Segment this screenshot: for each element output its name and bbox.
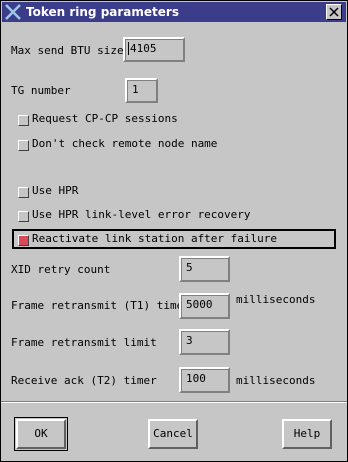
retransmit-limit-value: 3 xyxy=(186,334,193,347)
max-send-btu-input[interactable]: 4105 xyxy=(123,37,185,62)
close-icon[interactable] xyxy=(326,4,342,20)
dialog-window: Token ring parameters Max send BTU size … xyxy=(0,0,348,462)
xid-retry-input[interactable]: 5 xyxy=(179,256,230,282)
t2-timer-unit: milliseconds xyxy=(236,374,316,387)
cp-cp-sessions-checkbox[interactable] xyxy=(18,115,29,126)
t2-timer-label: Receive ack (T2) timer xyxy=(11,374,157,387)
use-hpr-label: Use HPR xyxy=(32,184,79,197)
tg-number-value: 1 xyxy=(132,83,139,96)
tg-number-label: TG number xyxy=(11,84,71,97)
retransmit-limit-input[interactable]: 3 xyxy=(179,329,230,355)
remote-node-checkbox[interactable] xyxy=(18,140,29,151)
title-bar[interactable]: Token ring parameters xyxy=(2,2,346,22)
window-title: Token ring parameters xyxy=(26,5,179,19)
xid-retry-value: 5 xyxy=(186,261,193,274)
xid-retry-label: XID retry count xyxy=(11,263,111,276)
t1-timer-unit: milliseconds xyxy=(236,293,316,306)
tg-number-input[interactable]: 1 xyxy=(125,78,158,103)
cp-cp-sessions-label: Request CP-CP sessions xyxy=(32,112,178,125)
use-hpr-checkbox[interactable] xyxy=(18,187,29,198)
retransmit-limit-label: Frame retransmit limit xyxy=(11,336,157,349)
t2-timer-value: 100 xyxy=(186,372,206,385)
t2-timer-input[interactable]: 100 xyxy=(179,367,230,393)
hpr-link-recovery-checkbox[interactable] xyxy=(18,211,29,222)
t1-timer-value: 5000 xyxy=(186,298,213,311)
cancel-button[interactable]: Cancel xyxy=(148,419,198,449)
x-logo-icon[interactable] xyxy=(5,4,21,20)
help-button[interactable]: Help xyxy=(282,419,332,449)
text-cursor xyxy=(128,42,129,55)
max-send-btu-value: 4105 xyxy=(130,42,157,55)
button-separator xyxy=(1,401,347,403)
t1-timer-label: Frame retransmit (T1) timer xyxy=(11,299,190,312)
reactivate-link-checkbox[interactable] xyxy=(18,235,29,246)
max-send-btu-label: Max send BTU size xyxy=(11,44,124,57)
ok-button[interactable]: OK xyxy=(14,417,68,451)
reactivate-link-label: Reactivate link station after failure xyxy=(32,232,278,245)
remote-node-label: Don't check remote node name xyxy=(32,137,218,150)
t1-timer-input[interactable]: 5000 xyxy=(179,293,230,319)
hpr-link-recovery-label: Use HPR link-level error recovery xyxy=(32,208,251,221)
